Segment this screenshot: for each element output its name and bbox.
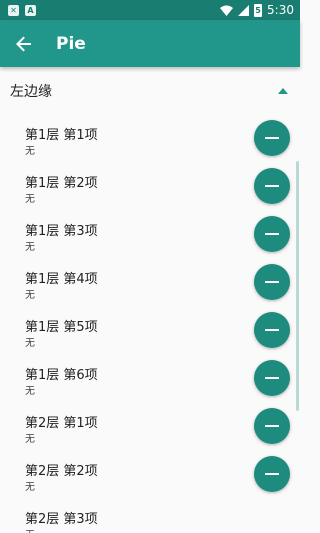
list-item-subtitle: 无 [25, 242, 35, 253]
remove-button[interactable] [254, 360, 290, 396]
minus-icon [265, 425, 279, 427]
list-item-title: 第2层 第3项 [25, 512, 98, 527]
minus-icon [265, 329, 279, 331]
list-item-subtitle: 无 [25, 482, 35, 493]
wifi-icon [220, 5, 234, 16]
list-item[interactable]: 第2层 第3项 无 [0, 499, 300, 533]
minus-icon [265, 473, 279, 475]
minus-icon [265, 233, 279, 235]
list-item[interactable]: 第1层 第4项 无 [0, 259, 300, 307]
list-item-title: 第1层 第2项 [25, 176, 98, 191]
status-bar: ✕ A 5 5:30 [0, 0, 300, 20]
back-button[interactable] [0, 20, 48, 67]
status-left: ✕ A [8, 4, 36, 16]
status-time: 5:30 [267, 3, 294, 17]
a-icon: A [25, 4, 36, 16]
list-item-title: 第1层 第1项 [25, 128, 98, 143]
page-title: Pie [56, 33, 86, 54]
arrow-back-icon [16, 36, 31, 51]
collapse-caret-icon[interactable] [278, 88, 288, 94]
shield-icon: ✕ [8, 4, 19, 16]
list-item-title: 第2层 第1项 [25, 416, 98, 431]
content: 左边缘 第1层 第1项 无 第1层 第2项 无 第1层 第3项 无 第1层 第4… [0, 67, 300, 533]
list-item-subtitle: 无 [25, 146, 35, 157]
minus-icon [265, 377, 279, 379]
list-item-title: 第2层 第2项 [25, 464, 98, 479]
app-bar: Pie [0, 20, 300, 67]
list-item[interactable]: 第1层 第6项 无 [0, 355, 300, 403]
list-item-title: 第1层 第3项 [25, 224, 98, 239]
list-item-subtitle: 无 [25, 386, 35, 397]
remove-button[interactable] [254, 264, 290, 300]
list-item[interactable]: 第1层 第5项 无 [0, 307, 300, 355]
list-item-subtitle: 无 [25, 434, 35, 445]
remove-button[interactable] [254, 408, 290, 444]
minus-icon [265, 281, 279, 283]
list-item[interactable]: 第1层 第3项 无 [0, 211, 300, 259]
remove-button[interactable] [254, 456, 290, 492]
list-item-subtitle: 无 [25, 194, 35, 205]
list-item-subtitle: 无 [25, 290, 35, 301]
minus-icon [265, 137, 279, 139]
section-title: 左边缘 [10, 84, 52, 100]
list-item[interactable]: 第2层 第1项 无 [0, 403, 300, 451]
list-item[interactable]: 第2层 第2项 无 [0, 451, 300, 499]
status-right: 5 5:30 [220, 3, 294, 17]
remove-button[interactable] [254, 168, 290, 204]
list-item-title: 第1层 第4项 [25, 272, 98, 287]
remove-button[interactable] [254, 120, 290, 156]
remove-button[interactable] [254, 216, 290, 252]
list-item-title: 第1层 第6项 [25, 368, 98, 383]
minus-icon [265, 185, 279, 187]
battery-icon: 5 [254, 3, 263, 17]
list-item[interactable]: 第1层 第2项 无 [0, 163, 300, 211]
list-item-subtitle: 无 [25, 526, 35, 533]
scrollbar[interactable] [296, 161, 299, 411]
section-header-left-edge[interactable]: 左边缘 [0, 67, 300, 115]
list-item[interactable]: 第1层 第1项 无 [0, 115, 300, 163]
signal-icon [238, 4, 250, 16]
remove-button[interactable] [254, 312, 290, 348]
list-item-subtitle: 无 [25, 338, 35, 349]
list-item-title: 第1层 第5项 [25, 320, 98, 335]
